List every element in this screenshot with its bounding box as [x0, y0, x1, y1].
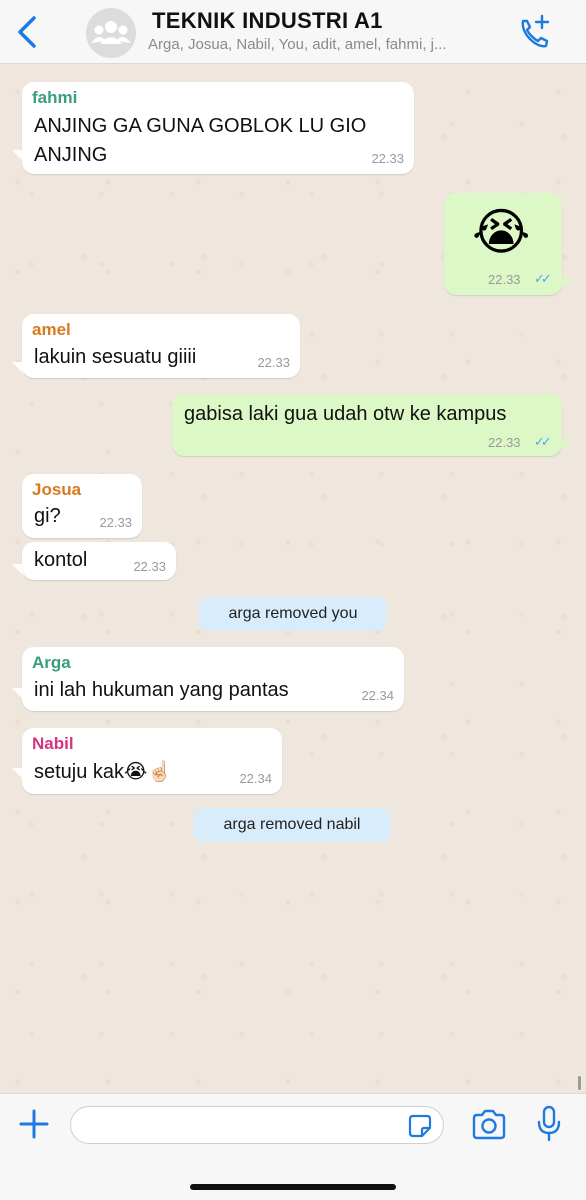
attach-button[interactable]	[16, 1106, 52, 1142]
message-composer	[0, 1093, 586, 1200]
group-title[interactable]: TEKNIK INDUSTRI A1	[152, 8, 383, 34]
sticker-icon	[408, 1114, 432, 1138]
add-call-icon	[521, 14, 550, 48]
message-text: kontol	[34, 549, 88, 571]
message-time: 22.34	[239, 771, 272, 786]
message-emoji: 😭	[472, 204, 531, 260]
message-time: 22.33	[133, 559, 166, 574]
message-sender: Josua	[32, 480, 82, 499]
home-indicator[interactable]	[190, 1184, 396, 1190]
group-avatar[interactable]	[86, 8, 136, 58]
voice-message-button[interactable]	[534, 1104, 564, 1144]
message-sender: Arga	[32, 653, 71, 672]
message-text: gi?	[34, 505, 61, 527]
message-bubble[interactable]: kontol 22.33	[22, 542, 176, 580]
message-time: 22.33	[257, 355, 290, 370]
message-bubble[interactable]: amel lakuin sesuatu giiii 22.33	[22, 314, 300, 378]
message-text: gabisa laki gua udah otw ke kampus	[184, 403, 507, 425]
message-bubble[interactable]: fahmi ANJING GA GUNA GOBLOK LU GIO ANJIN…	[22, 82, 414, 174]
message-time: 22.33	[488, 435, 521, 450]
message-sender: Nabil	[32, 734, 74, 753]
plus-icon	[19, 1109, 49, 1139]
add-call-button[interactable]	[514, 12, 554, 52]
message-text: ANJING	[34, 144, 108, 166]
message-time: 22.34	[361, 688, 394, 703]
sticker-button[interactable]	[406, 1112, 434, 1140]
read-receipt-icon: ✓✓	[534, 434, 552, 449]
chat-header: TEKNIK INDUSTRI A1 Arga, Josua, Nabil, Y…	[0, 0, 586, 64]
group-members-list[interactable]: Arga, Josua, Nabil, You, adit, amel, fah…	[148, 36, 508, 53]
message-text: ini lah hukuman yang pantas	[34, 679, 289, 701]
read-receipt-icon: ✓✓	[534, 271, 552, 286]
message-text: setuju kak😭☝🏻	[34, 761, 173, 783]
message-text: lakuin sesuatu giiii	[34, 346, 197, 368]
system-message: arga removed you	[199, 597, 387, 631]
message-time: 22.33	[99, 515, 132, 530]
message-time: 22.33	[488, 272, 521, 287]
message-time: 22.33	[371, 151, 404, 166]
message-bubble-outgoing[interactable]: gabisa laki gua udah otw ke kampus 22.33…	[172, 394, 562, 456]
message-text: ANJING GA GUNA GOBLOK LU GIO	[34, 115, 367, 137]
camera-icon	[472, 1109, 506, 1140]
message-bubble[interactable]: Arga ini lah hukuman yang pantas 22.34	[22, 647, 404, 711]
message-bubble[interactable]: Josua gi? 22.33	[22, 474, 142, 538]
system-message: arga removed nabil	[193, 808, 391, 842]
message-bubble[interactable]: Nabil setuju kak😭☝🏻 22.34	[22, 728, 282, 794]
chevron-left-icon	[18, 16, 36, 48]
message-input[interactable]	[70, 1106, 444, 1144]
back-button[interactable]	[10, 12, 44, 52]
microphone-icon	[537, 1105, 561, 1142]
message-sender: amel	[32, 320, 71, 339]
camera-button[interactable]	[470, 1108, 508, 1142]
group-avatar-icon	[91, 21, 131, 44]
scrollbar[interactable]	[578, 1076, 581, 1090]
message-bubble-outgoing[interactable]: 😭 22.33 ✓✓	[444, 193, 562, 295]
message-sender: fahmi	[32, 88, 78, 107]
